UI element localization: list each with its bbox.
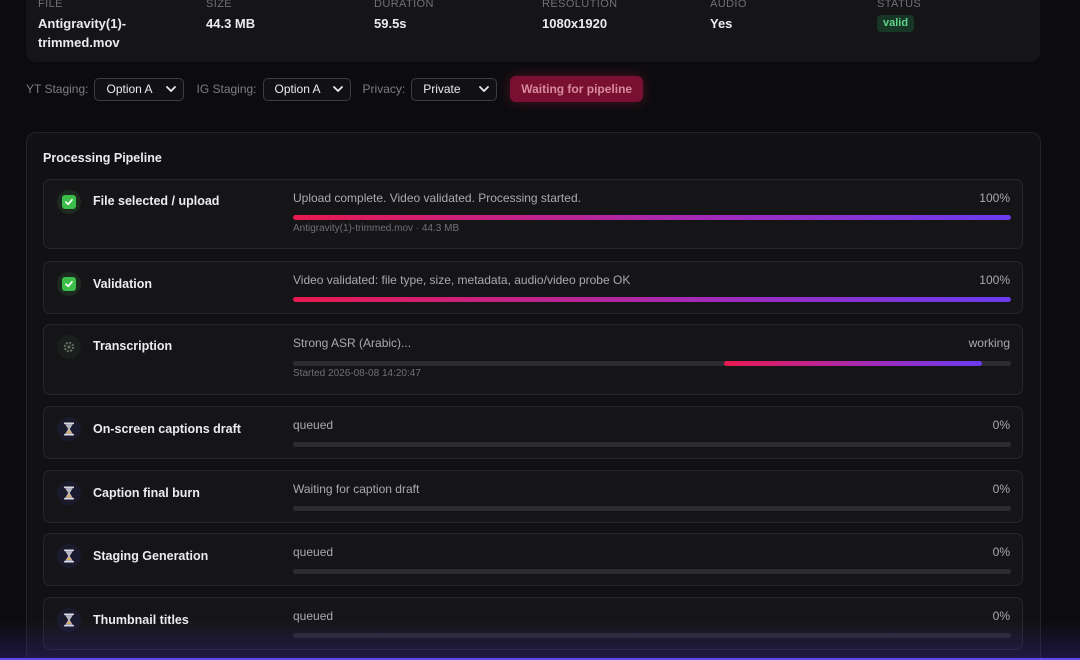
size-label: SIZE xyxy=(206,0,233,10)
resolution-label: RESOLUTION xyxy=(542,0,618,10)
chevron-down-icon xyxy=(479,86,490,92)
step-percent: 100% xyxy=(979,273,1010,287)
step-percent: working xyxy=(968,336,1010,350)
check-icon xyxy=(57,190,81,214)
pipeline-step-caption-final-burn: Caption final burn Waiting for caption d… xyxy=(43,470,1023,523)
hourglass-icon xyxy=(57,481,81,505)
step-message: Video validated: file type, size, metada… xyxy=(293,273,631,287)
privacy-select[interactable]: Private xyxy=(411,77,498,101)
progress-track xyxy=(293,215,1011,220)
step-message: queued xyxy=(293,609,334,623)
duration-value: 59.5s xyxy=(374,16,407,31)
hourglass-icon xyxy=(57,608,81,632)
step-name: On-screen captions draft xyxy=(93,422,241,436)
pipeline-step-staging-generation: Staging Generation queued 0% xyxy=(43,533,1023,586)
step-percent: 100% xyxy=(979,191,1010,205)
gear-icon xyxy=(57,335,81,359)
step-percent: 0% xyxy=(992,482,1010,496)
chevron-down-icon xyxy=(166,86,177,92)
hourglass-icon xyxy=(57,417,81,441)
step-name: File selected / upload xyxy=(93,194,220,208)
yt-staging-select[interactable]: Option A xyxy=(94,77,185,101)
pipeline-step-thumbnail-titles: Thumbnail titles queued 0% xyxy=(43,597,1023,650)
check-icon xyxy=(57,272,81,296)
yt-staging-label: YT Staging: xyxy=(26,82,89,96)
processing-pipeline-panel: Processing Pipeline File selected / uplo… xyxy=(26,132,1041,660)
pipeline-step-file-selected: File selected / upload Upload complete. … xyxy=(43,179,1023,249)
status-label: STATUS xyxy=(877,0,922,10)
status-badge: valid xyxy=(877,15,915,32)
progress-track xyxy=(293,633,1011,638)
step-name: Thumbnail titles xyxy=(93,613,189,627)
audio-value: Yes xyxy=(710,16,733,31)
privacy-label: Privacy: xyxy=(362,82,406,96)
chevron-down-icon xyxy=(332,86,343,92)
audio-label: AUDIO xyxy=(710,0,747,10)
hourglass-icon xyxy=(57,544,81,568)
pipeline-step-transcription: Transcription Strong ASR (Arabic)... wor… xyxy=(43,324,1023,395)
file-name-line1: Antigravity(1)- xyxy=(38,16,127,31)
file-info-card: FILE Antigravity(1)- trimmed.mov SIZE 44… xyxy=(26,0,1040,62)
pipeline-step-captions-draft: On-screen captions draft queued 0% xyxy=(43,406,1023,459)
file-meta: FILE Antigravity(1)- trimmed.mov xyxy=(38,0,126,52)
progress-fill-indeterminate xyxy=(723,361,983,366)
step-message: Waiting for caption draft xyxy=(293,482,420,496)
step-message: Strong ASR (Arabic)... xyxy=(293,336,412,350)
duration-label: DURATION xyxy=(374,0,434,10)
step-subtext: Started 2026-08-08 14:20:47 xyxy=(293,368,421,379)
pipeline-step-validation: Validation Video validated: file type, s… xyxy=(43,261,1023,314)
progress-fill xyxy=(293,215,1011,220)
progress-track xyxy=(293,361,1011,366)
step-name: Staging Generation xyxy=(93,549,209,563)
size-value: 44.3 MB xyxy=(206,16,256,31)
step-percent: 0% xyxy=(992,609,1010,623)
size-meta: SIZE 44.3 MB xyxy=(206,0,255,33)
step-name: Validation xyxy=(93,277,153,291)
progress-track xyxy=(293,506,1011,511)
progress-fill xyxy=(293,297,1011,302)
step-name: Caption final burn xyxy=(93,486,200,500)
progress-track xyxy=(293,569,1011,574)
resolution-meta: RESOLUTION 1080x1920 xyxy=(542,0,618,33)
file-name-line2: trimmed.mov xyxy=(38,35,120,50)
step-message: Upload complete. Video validated. Proces… xyxy=(293,191,581,205)
step-name: Transcription xyxy=(93,339,173,353)
step-percent: 0% xyxy=(992,418,1010,432)
duration-meta: DURATION 59.5s xyxy=(374,0,434,33)
audio-meta: AUDIO Yes xyxy=(710,0,747,33)
progress-track xyxy=(293,297,1011,302)
yt-staging-value: Option A xyxy=(106,82,153,96)
ig-staging-value: Option A xyxy=(274,82,321,96)
pipeline-title: Processing Pipeline xyxy=(43,151,162,165)
step-subtext: Antigravity(1)-trimmed.mov · 44.3 MB xyxy=(293,223,460,234)
staging-controls: YT Staging: Option A IG Staging: Option … xyxy=(26,76,644,102)
file-name: Antigravity(1)- trimmed.mov xyxy=(38,14,126,52)
privacy-value: Private xyxy=(423,82,461,96)
file-label: FILE xyxy=(38,0,63,10)
step-message: queued xyxy=(293,418,334,432)
step-percent: 0% xyxy=(992,545,1010,559)
step-message: queued xyxy=(293,545,334,559)
ig-staging-select[interactable]: Option A xyxy=(262,77,351,101)
progress-track xyxy=(293,442,1011,447)
ig-staging-label: IG Staging: xyxy=(196,82,257,96)
resolution-value: 1080x1920 xyxy=(542,16,608,31)
status-meta: STATUS valid xyxy=(877,0,921,32)
waiting-for-pipeline-button[interactable]: Waiting for pipeline xyxy=(510,76,644,102)
